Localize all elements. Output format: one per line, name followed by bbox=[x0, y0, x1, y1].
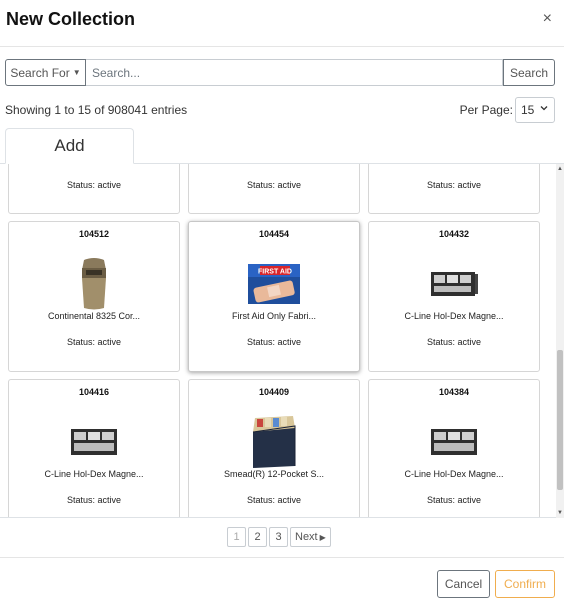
page-1-button[interactable]: 1 bbox=[227, 527, 246, 547]
product-card[interactable]: Status: active bbox=[8, 164, 180, 214]
card-name: C-Line Hol-Dex Magne... bbox=[44, 469, 144, 479]
modal-header: New Collection × bbox=[0, 0, 564, 47]
product-card[interactable]: 104409 Smead(R) 12-Pocket S... Status: a… bbox=[188, 379, 360, 517]
search-bar: Search For ▼ Search bbox=[5, 59, 555, 86]
per-page-value: 15 bbox=[521, 103, 535, 117]
tab-add[interactable]: Add bbox=[5, 128, 134, 164]
card-status: Status: active bbox=[66, 180, 122, 190]
card-id: 104512 bbox=[78, 229, 110, 239]
product-card[interactable]: 104384 C-Line Hol-Dex Magne... Status: a… bbox=[368, 379, 540, 517]
per-page-label: Per Page: bbox=[459, 103, 513, 117]
card-name: Smead(R) 12-Pocket S... bbox=[223, 469, 325, 479]
card-status: Status: active bbox=[426, 180, 482, 190]
caret-down-icon: ▼ bbox=[72, 68, 81, 77]
card-id: 104416 bbox=[78, 387, 110, 397]
scroll-down-icon[interactable]: ▼ bbox=[557, 510, 563, 516]
scrollbar-thumb[interactable] bbox=[557, 350, 563, 490]
grid-scrollbar[interactable]: ▲ ▼ bbox=[556, 164, 564, 518]
product-card[interactable]: 104454 FIRST AID First Aid Only Fabri...… bbox=[188, 221, 360, 372]
card-name: Continental 8325 Cor... bbox=[47, 311, 141, 321]
modal-title: New Collection bbox=[6, 9, 136, 29]
card-name: C-Line Hol-Dex Magne... bbox=[404, 311, 504, 321]
product-card[interactable]: 104416 C-Line Hol-Dex Magne... Status: a… bbox=[8, 379, 180, 517]
shelf-label-holder-icon bbox=[64, 413, 124, 471]
page-3-button[interactable]: 3 bbox=[269, 527, 288, 547]
first-aid-box-text: FIRST AID bbox=[258, 269, 292, 276]
file-organizer-icon bbox=[244, 413, 304, 471]
close-icon[interactable]: × bbox=[543, 10, 552, 28]
waste-receptacle-icon bbox=[64, 255, 124, 313]
pagination: 1 2 3 Next ▶ bbox=[227, 527, 333, 547]
card-id: 104454 bbox=[258, 229, 290, 239]
tab-strip: Add bbox=[0, 128, 564, 164]
search-for-dropdown[interactable]: Search For ▼ bbox=[5, 59, 86, 86]
card-id: 104384 bbox=[438, 387, 470, 397]
card-status: Status: active bbox=[66, 337, 122, 347]
card-name: C-Line Hol-Dex Magne... bbox=[404, 469, 504, 479]
product-grid: Status: active Status: active Status: ac… bbox=[0, 164, 556, 518]
per-page-select[interactable]: 15 bbox=[515, 97, 555, 123]
card-name: First Aid Only Fabri... bbox=[231, 311, 317, 321]
chevron-down-icon bbox=[540, 106, 548, 111]
scroll-up-icon[interactable]: ▲ bbox=[557, 166, 563, 172]
caret-right-icon: ▶ bbox=[319, 532, 326, 542]
bandage-box-icon: FIRST AID bbox=[244, 255, 304, 313]
cancel-button[interactable]: Cancel bbox=[437, 570, 490, 598]
search-button[interactable]: Search bbox=[503, 59, 555, 86]
card-status: Status: active bbox=[246, 180, 302, 190]
shelf-label-holder-icon bbox=[424, 413, 484, 471]
next-label: Next bbox=[295, 531, 318, 543]
card-status: Status: active bbox=[426, 495, 482, 505]
card-status: Status: active bbox=[246, 495, 302, 505]
product-card[interactable]: Status: active bbox=[188, 164, 360, 214]
card-id: 104432 bbox=[438, 229, 470, 239]
product-card[interactable]: Status: active bbox=[368, 164, 540, 214]
confirm-button[interactable]: Confirm bbox=[495, 570, 555, 598]
next-page-button[interactable]: Next ▶ bbox=[290, 527, 331, 547]
product-card[interactable]: 104432 C-Line Hol-Dex Magne... Status: a… bbox=[368, 221, 540, 372]
card-id: 104409 bbox=[258, 387, 290, 397]
per-page-control: Per Page: 15 bbox=[460, 97, 555, 123]
search-for-label: Search For bbox=[10, 65, 70, 80]
card-status: Status: active bbox=[426, 337, 482, 347]
product-card[interactable]: 104512 Continental 8325 Cor... Status: a… bbox=[8, 221, 180, 372]
entries-summary: Showing 1 to 15 of 908041 entries bbox=[5, 103, 188, 117]
page-2-button[interactable]: 2 bbox=[248, 527, 267, 547]
card-status: Status: active bbox=[246, 337, 302, 347]
search-input[interactable] bbox=[86, 59, 503, 86]
card-status: Status: active bbox=[66, 495, 122, 505]
shelf-label-holder-icon bbox=[424, 255, 484, 313]
modal-footer: Cancel Confirm bbox=[0, 557, 564, 605]
